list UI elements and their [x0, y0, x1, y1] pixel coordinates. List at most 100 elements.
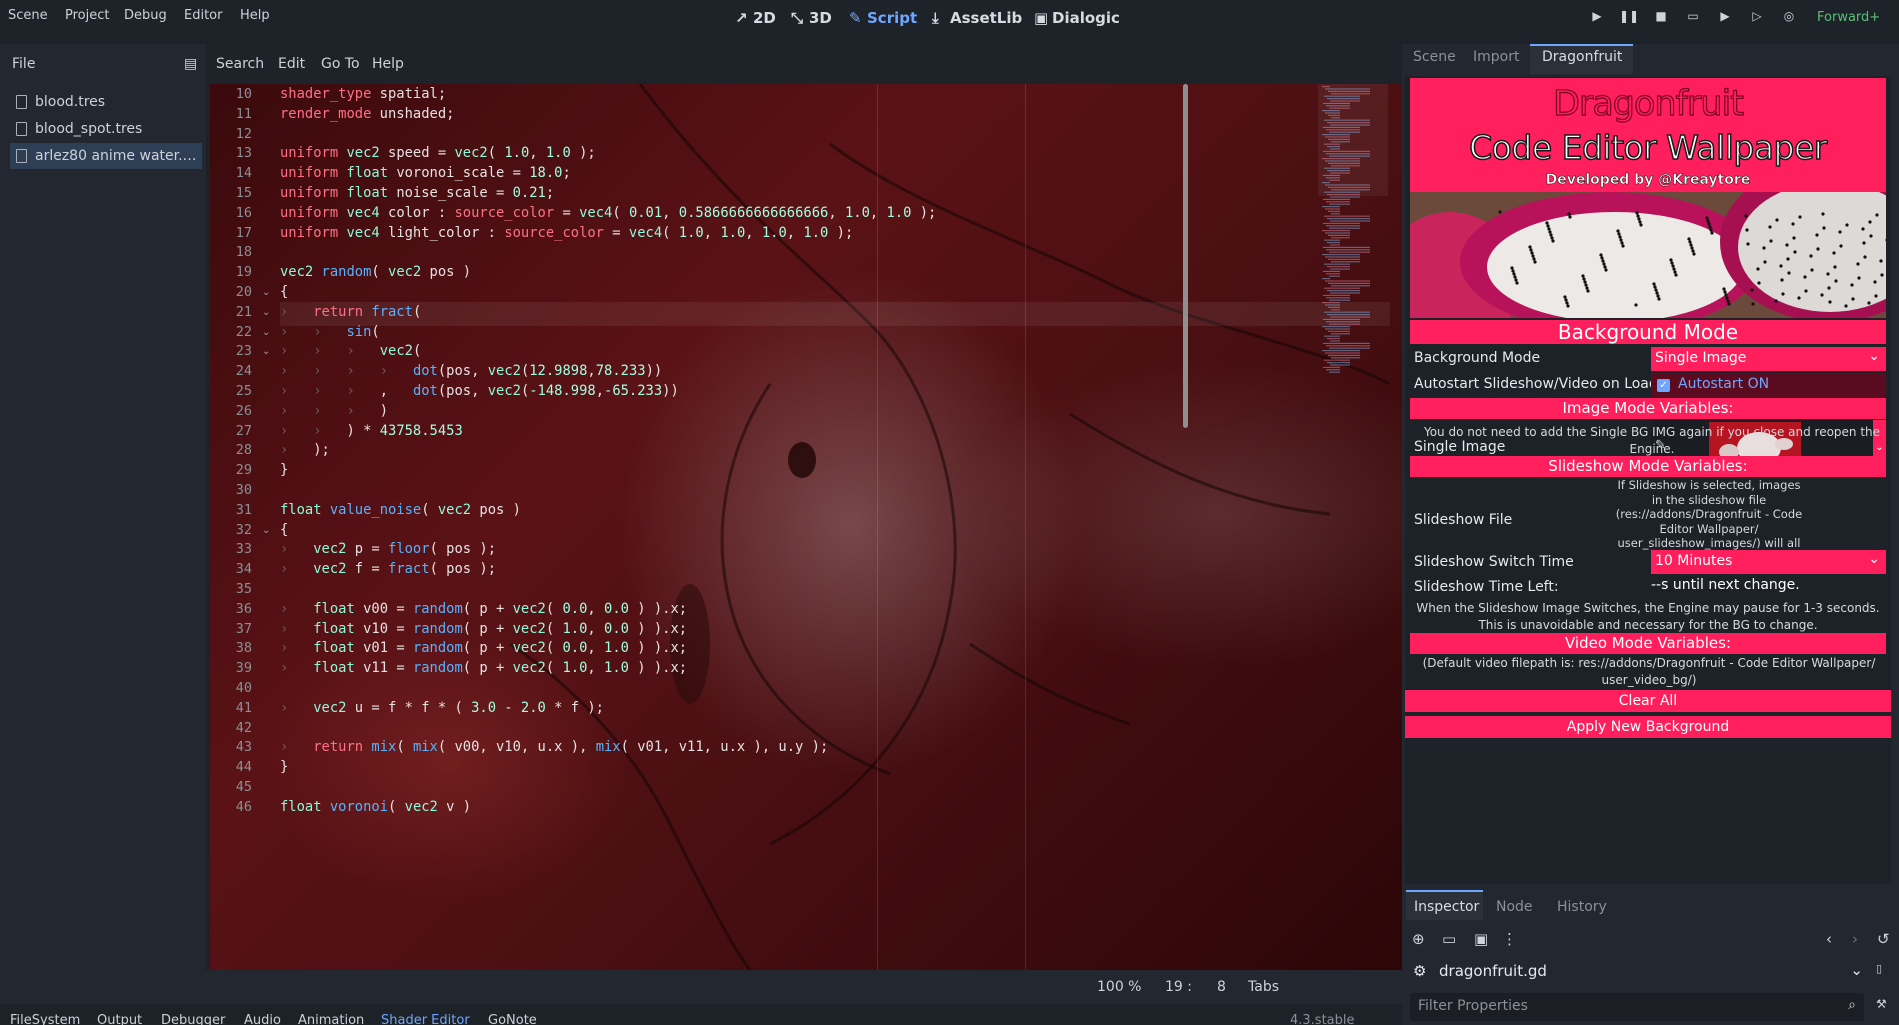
tab-filesystem[interactable]: FileSystem: [10, 1013, 80, 1025]
tools-icon[interactable]: ⚒: [1876, 997, 1887, 1011]
remote-debug-icon[interactable]: ▭: [1682, 9, 1704, 27]
minimap[interactable]: [1318, 84, 1388, 384]
menu-help-script[interactable]: Help: [372, 56, 404, 72]
workspace-script-button[interactable]: ✎ Script: [849, 9, 917, 27]
code-line[interactable]: uniform vec4 light_color : source_color …: [280, 225, 853, 241]
back-icon[interactable]: ‹: [1826, 930, 1832, 948]
workspace-3d-button[interactable]: ⤡ 3D: [791, 9, 832, 27]
apply-background-button[interactable]: Apply New Background: [1405, 716, 1891, 738]
tab-animation[interactable]: Animation: [298, 1013, 364, 1025]
tab-node[interactable]: Node: [1496, 899, 1533, 915]
open-folder-icon[interactable]: ▭: [1442, 930, 1456, 948]
code-line[interactable]: › vec2 u = f * f * ( 3.0 - 2.0 * f );: [280, 700, 604, 716]
pause-icon[interactable]: ❚❚: [1618, 9, 1640, 27]
tab-debugger[interactable]: Debugger: [161, 1013, 225, 1025]
clear-all-button[interactable]: Clear All: [1405, 690, 1891, 712]
tab-shader-editor[interactable]: Shader Editor: [381, 1013, 470, 1025]
menu-editor[interactable]: Editor: [184, 8, 222, 23]
autostart-toggle[interactable]: ✓ Autostart ON: [1651, 373, 1886, 397]
menu-project[interactable]: Project: [65, 8, 109, 23]
code-line[interactable]: › vec2 p = floor( pos );: [280, 541, 496, 557]
tab-output[interactable]: Output: [97, 1013, 142, 1025]
filter-placeholder: Filter Properties: [1418, 998, 1528, 1014]
code-line[interactable]: › float v00 = random( p + vec2( 0.0, 0.0…: [280, 601, 687, 617]
fold-arrow-icon[interactable]: ⌄: [262, 327, 270, 338]
line-number: 37: [235, 620, 252, 637]
indent-mode[interactable]: Tabs: [1248, 979, 1279, 995]
code-line[interactable]: uniform float noise_scale = 0.21;: [280, 185, 554, 201]
code-line[interactable]: float voronoi( vec2 v ): [280, 799, 471, 815]
code-line[interactable]: › );: [280, 442, 330, 458]
code-line[interactable]: }: [280, 462, 288, 478]
forward-icon[interactable]: ›: [1852, 930, 1858, 948]
workspace-dialogic-button[interactable]: ▣ Dialogic: [1034, 9, 1120, 27]
code-line[interactable]: › float v01 = random( p + vec2( 0.0, 1.0…: [280, 640, 687, 656]
toggle-scripts-panel-icon[interactable]: ▤: [184, 56, 197, 72]
code-line[interactable]: uniform vec2 speed = vec2( 1.0, 1.0 );: [280, 145, 596, 161]
code-line[interactable]: › › sin(: [280, 324, 380, 340]
code-line[interactable]: float value_noise( vec2 pos ): [280, 502, 521, 518]
more-options-icon[interactable]: ⋮: [1502, 930, 1517, 948]
menu-file[interactable]: File: [12, 56, 35, 72]
pen-icon: ↗: [735, 9, 748, 27]
code-line[interactable]: {: [280, 522, 288, 538]
history-icon[interactable]: ↺: [1877, 930, 1890, 948]
script-item-blood-spot[interactable]: blood_spot.tres: [10, 116, 202, 142]
code-line[interactable]: › › › › dot(pos, vec2(12.9898,78.233)): [280, 363, 662, 379]
code-line[interactable]: › › ) * 43758.5453: [280, 423, 463, 439]
script-item-blood[interactable]: blood.tres: [10, 89, 202, 115]
code-line[interactable]: uniform float voronoi_scale = 18.0;: [280, 165, 571, 181]
menu-scene[interactable]: Scene: [8, 8, 48, 23]
tab-audio[interactable]: Audio: [244, 1013, 281, 1025]
code-line[interactable]: › float v10 = random( p + vec2( 1.0, 0.0…: [280, 621, 687, 637]
switch-time-dropdown[interactable]: 10 Minutes ⌄: [1651, 550, 1886, 574]
resource-picker[interactable]: ⚙ dragonfruit.gd ⌄: [1405, 958, 1865, 986]
tab-history[interactable]: History: [1557, 899, 1607, 915]
renderer-selector[interactable]: Forward+: [1817, 10, 1880, 25]
doc-icon[interactable]: ▯: [1876, 962, 1882, 975]
background-mode-dropdown[interactable]: Single Image ⌄: [1651, 347, 1886, 371]
workspace-assetlib-button[interactable]: ⤓ AssetLib: [932, 9, 1022, 27]
code-line[interactable]: › vec2 f = fract( pos );: [280, 561, 496, 577]
code-line[interactable]: }: [280, 759, 288, 775]
tab-inspector[interactable]: Inspector: [1414, 899, 1479, 915]
code-line[interactable]: › › › vec2(: [280, 343, 421, 359]
menu-search[interactable]: Search: [216, 56, 264, 72]
code-line[interactable]: uniform vec4 color : source_color = vec4…: [280, 205, 936, 221]
code-line[interactable]: {: [280, 284, 288, 300]
filter-properties-input[interactable]: Filter Properties ⌕: [1410, 993, 1864, 1021]
code-line[interactable]: › return fract(: [280, 304, 421, 320]
editor-scrollbar[interactable]: [1183, 84, 1188, 428]
workspace-2d-button[interactable]: ↗ 2D: [735, 9, 776, 27]
code-line[interactable]: shader_type spatial;: [280, 86, 446, 102]
line-number: 38: [235, 640, 252, 657]
save-icon[interactable]: ▣: [1474, 930, 1488, 948]
menu-debug[interactable]: Debug: [124, 8, 167, 23]
play-scene-icon[interactable]: ▶: [1714, 9, 1736, 27]
code-editor[interactable]: 10 11 12 13 14 15 16 17 18 19 20 ⌄ 21 ⌄ 22 ⌄ 23 ⌄ 24 25 26 27…: [210, 84, 1402, 970]
code-line[interactable]: › return mix( mix( v00, v10, u.x ), mix(…: [280, 739, 828, 755]
script-item-anime-water[interactable]: arlez80 anime water.g...: [10, 143, 202, 169]
fold-arrow-icon[interactable]: ⌄: [262, 525, 270, 536]
code-line[interactable]: › › › , dot(pos, vec2(-148.998,-65.233)): [280, 383, 679, 399]
code-line[interactable]: › float v11 = random( p + vec2( 1.0, 1.0…: [280, 660, 687, 676]
code-line[interactable]: vec2 random( vec2 pos ): [280, 264, 471, 280]
menu-goto[interactable]: Go To: [321, 56, 360, 72]
tab-import[interactable]: Import: [1473, 49, 1519, 65]
play-custom-scene-icon[interactable]: ▷: [1746, 9, 1768, 27]
fold-arrow-icon[interactable]: ⌄: [262, 346, 270, 357]
stop-icon[interactable]: ■: [1650, 9, 1672, 27]
fold-arrow-icon[interactable]: ⌄: [262, 287, 270, 298]
menu-edit[interactable]: Edit: [278, 56, 305, 72]
play-icon[interactable]: ▶: [1586, 9, 1608, 27]
zoom-level[interactable]: 100 %: [1097, 979, 1141, 995]
new-resource-icon[interactable]: ⊕: [1412, 930, 1425, 948]
movie-maker-icon[interactable]: ◎: [1778, 9, 1800, 27]
code-line[interactable]: render_mode unshaded;: [280, 106, 454, 122]
tab-scene[interactable]: Scene: [1413, 49, 1456, 65]
menu-help[interactable]: Help: [240, 8, 270, 23]
tab-gonote[interactable]: GoNote: [488, 1013, 537, 1025]
tab-dragonfruit[interactable]: Dragonfruit: [1542, 49, 1622, 65]
fold-arrow-icon[interactable]: ⌄: [262, 307, 270, 318]
code-line[interactable]: › › › ): [280, 403, 388, 419]
